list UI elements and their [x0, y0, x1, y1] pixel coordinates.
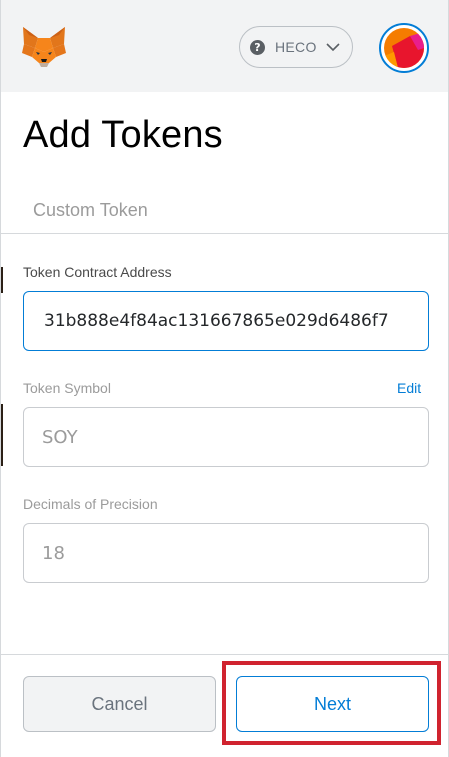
tab-custom-token[interactable]: Custom Token — [33, 200, 148, 221]
token-symbol-label: Token Symbol — [23, 380, 111, 396]
background-edge — [1, 267, 3, 293]
decimals-label: Decimals of Precision — [23, 496, 158, 512]
app-header: ? HECO — [1, 0, 448, 92]
contract-address-input[interactable] — [23, 291, 429, 351]
network-name: HECO — [275, 39, 317, 55]
network-selector[interactable]: ? HECO — [239, 26, 353, 68]
decimals-input[interactable] — [23, 523, 429, 583]
add-token-popup: ? HECO Add Tokens Custom Token Token Con… — [0, 0, 449, 757]
avatar-identicon — [384, 28, 424, 68]
cancel-button[interactable]: Cancel — [23, 676, 216, 732]
question-icon: ? — [250, 39, 265, 55]
metamask-fox-icon[interactable] — [21, 26, 67, 68]
page-title: Add Tokens — [23, 114, 223, 156]
contract-address-label: Token Contract Address — [23, 264, 172, 280]
account-avatar[interactable] — [379, 23, 429, 73]
chevron-down-icon — [326, 43, 340, 52]
tab-divider — [1, 233, 448, 234]
edit-symbol-link[interactable]: Edit — [397, 380, 421, 396]
next-button[interactable]: Next — [236, 676, 429, 732]
token-symbol-input[interactable] — [23, 407, 429, 467]
background-edge — [1, 404, 3, 466]
footer-divider — [1, 654, 448, 655]
